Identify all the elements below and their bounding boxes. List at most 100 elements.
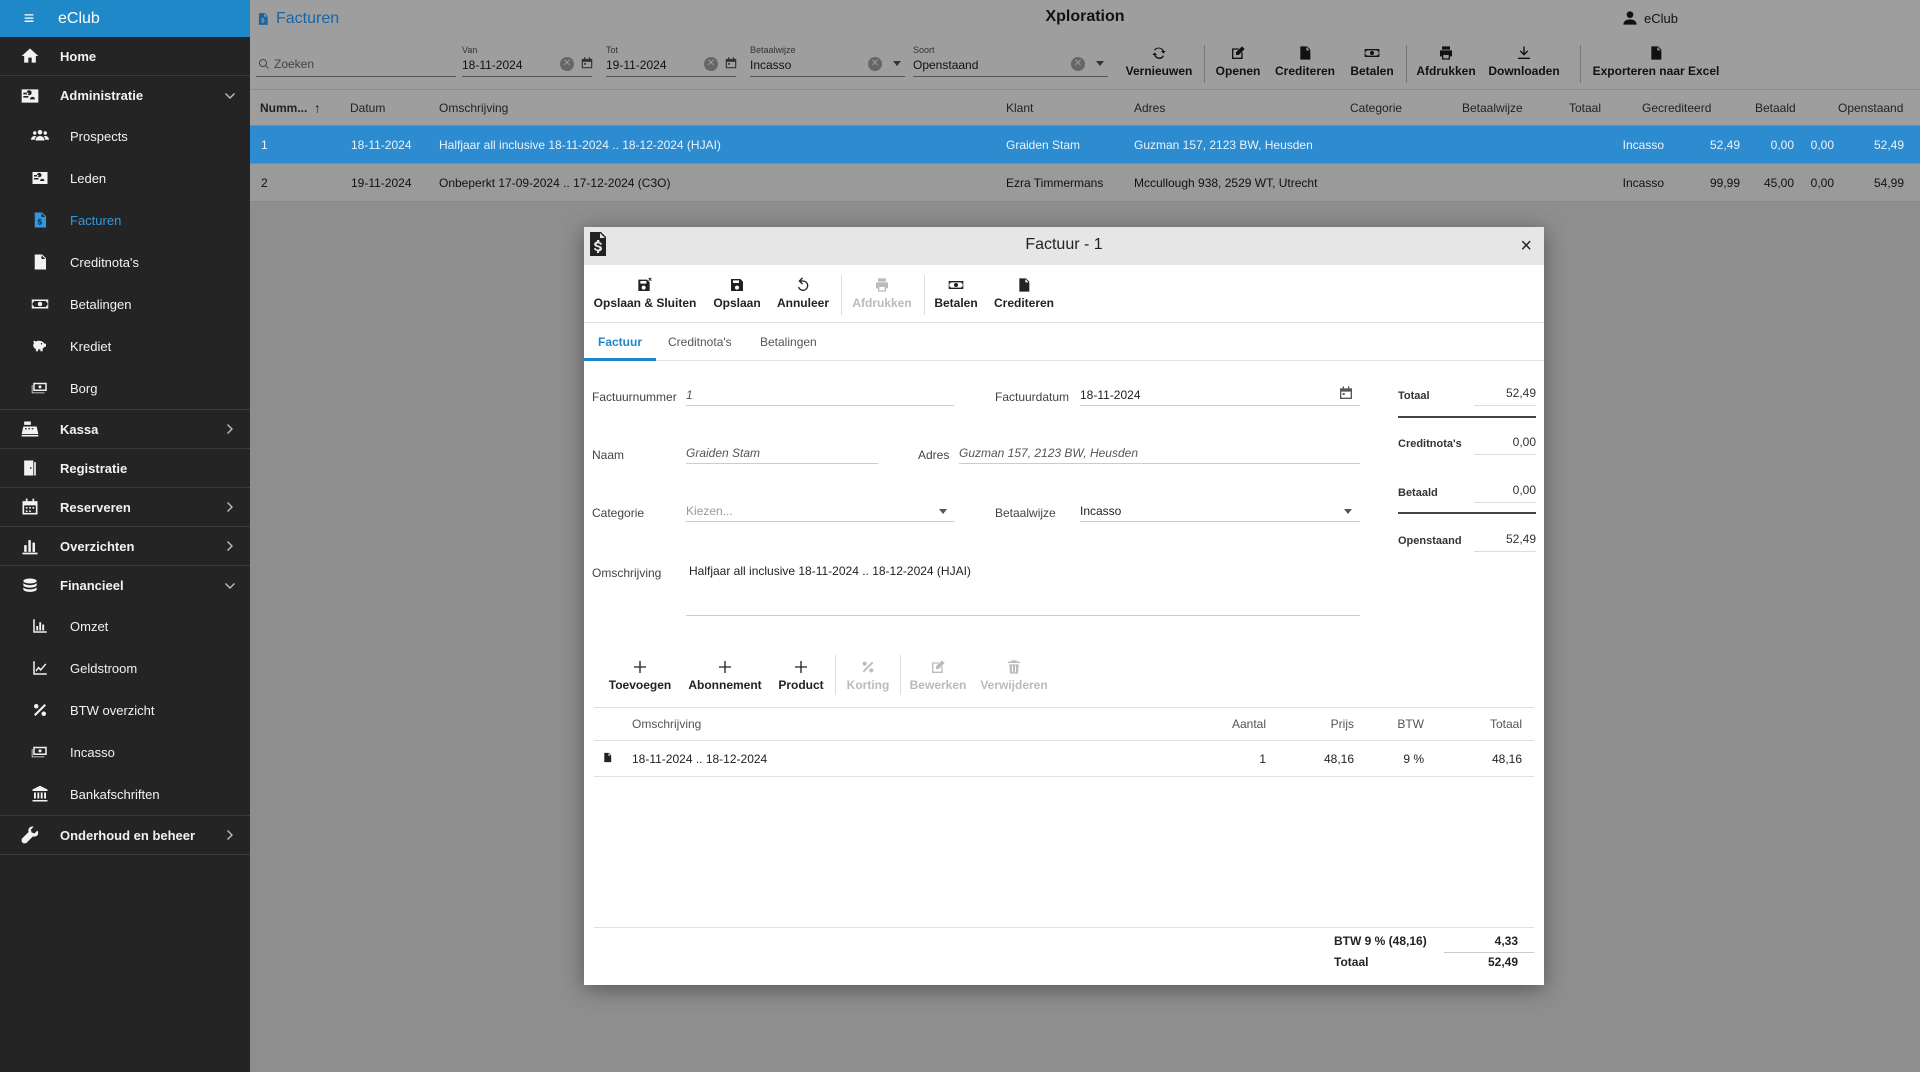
sidebar-item-prospects[interactable]: Prospects xyxy=(0,115,250,157)
column-header-categorie[interactable]: Categorie xyxy=(1350,101,1402,115)
sidebar-item-financieel[interactable]: Financieel xyxy=(0,566,250,605)
chevron-down-icon[interactable] xyxy=(1096,61,1104,66)
column-header-gecrediteerd[interactable]: Gecrediteerd xyxy=(1642,101,1711,115)
sidebar-item-registratie[interactable]: Registratie xyxy=(0,449,250,488)
sidebar-item-krediet[interactable]: Krediet xyxy=(0,325,250,367)
sidebar-item-overzichten[interactable]: Overzichten xyxy=(0,527,250,566)
clear-icon[interactable]: ✕ xyxy=(704,57,718,71)
search-input[interactable]: Zoeken xyxy=(256,45,456,77)
sidebar-item-betalingen[interactable]: Betalingen xyxy=(0,283,250,325)
tab-factuur[interactable]: Factuur xyxy=(598,335,642,349)
cancel-label: Annuleer xyxy=(776,296,829,310)
cell-btw: 9 % xyxy=(1403,751,1424,766)
sidebar-item-borg[interactable]: Borg xyxy=(0,367,250,409)
column-header-datum[interactable]: Datum xyxy=(350,101,385,115)
chevron-down-icon[interactable] xyxy=(1344,509,1352,514)
cell-openstaand: 54,99 xyxy=(1873,175,1904,190)
save-close-button[interactable]: Opslaan & Sluiten xyxy=(589,277,701,310)
sidebar-item-omzet[interactable]: Omzet xyxy=(0,605,250,647)
tab-creditnotas[interactable]: Creditnota's xyxy=(668,335,732,349)
sidebar-item-creditnotas[interactable]: Creditnota's xyxy=(0,241,250,283)
categorie-select[interactable]: Kiezen... xyxy=(686,500,954,522)
sidebar-item-geldstroom[interactable]: Geldstroom xyxy=(0,647,250,689)
cancel-button[interactable]: Annuleer xyxy=(774,277,832,310)
column-header-prijs: Prijs xyxy=(1330,717,1354,731)
korting-button[interactable]: Korting xyxy=(842,659,894,692)
vernieuwen-button[interactable]: Vernieuwen xyxy=(1122,45,1196,78)
crediteren-button[interactable]: Crediteren xyxy=(1270,45,1340,78)
product-button[interactable]: Product xyxy=(774,659,828,692)
sidebar-item-btw-overzicht[interactable]: BTW overzicht xyxy=(0,689,250,731)
clear-icon[interactable]: ✕ xyxy=(560,57,574,71)
close-icon[interactable]: × xyxy=(1520,235,1532,258)
afdrukken-button[interactable]: Afdrukken xyxy=(1412,45,1480,78)
clear-icon[interactable]: ✕ xyxy=(1071,57,1085,71)
cell-omschrijving: Halfjaar all inclusive 18-11-2024 .. 18-… xyxy=(439,137,721,152)
betalen-button[interactable]: Betalen xyxy=(1344,45,1400,78)
adres-field[interactable]: Guzman 157, 2123 BW, Heusden xyxy=(959,442,1360,464)
afdrukken-label: Afdrukken xyxy=(1416,64,1476,78)
omschrijving-textarea[interactable]: Halfjaar all inclusive 18-11-2024 .. 18-… xyxy=(686,560,1360,616)
sidebar-item-facturen[interactable]: Facturen xyxy=(0,199,250,241)
column-header-klant[interactable]: Klant xyxy=(1006,101,1033,115)
column-header-totaal[interactable]: Totaal xyxy=(1569,101,1601,115)
table-row[interactable]: 2 19-11-2024 Onbeperkt 17-09-2024 .. 17-… xyxy=(250,164,1920,202)
percent-icon xyxy=(862,661,874,673)
cell-datum: 19-11-2024 xyxy=(351,175,412,190)
betaalwijze-select[interactable]: Betaalwijze Incasso ✕ xyxy=(750,45,905,77)
van-date-field[interactable]: Van 18-11-2024 ✕ xyxy=(462,45,594,77)
search-placeholder: Zoeken xyxy=(274,57,315,71)
column-header-nummer[interactable]: Numm... xyxy=(260,101,307,115)
openen-button[interactable]: Openen xyxy=(1210,45,1266,78)
chevron-down-icon[interactable] xyxy=(939,509,947,514)
toevoegen-button[interactable]: Toevoegen xyxy=(604,659,676,692)
column-header-betaald[interactable]: Betaald xyxy=(1755,101,1796,115)
calendar-icon[interactable] xyxy=(580,56,594,75)
downloaden-button[interactable]: Downloaden xyxy=(1484,45,1564,78)
naam-field[interactable]: Graiden Stam xyxy=(686,442,878,464)
cell-klant: Graiden Stam xyxy=(1006,137,1081,152)
factuurnummer-label: Factuurnummer xyxy=(592,390,677,404)
sidebar-item-home[interactable]: Home xyxy=(0,37,250,76)
bewerken-button[interactable]: Bewerken xyxy=(906,659,970,692)
chevron-right-icon xyxy=(224,540,236,552)
sidebar-item-onderhoud-en-beheer[interactable]: Onderhoud en beheer xyxy=(0,816,250,855)
sidebar-item-reserveren[interactable]: Reserveren xyxy=(0,488,250,527)
pay-button[interactable]: Betalen xyxy=(930,277,982,310)
calendar-icon[interactable] xyxy=(1338,385,1354,406)
chevron-down-icon[interactable] xyxy=(893,61,901,66)
abonnement-button[interactable]: Abonnement xyxy=(684,659,766,692)
table-row[interactable]: 1 18-11-2024 Halfjaar all inclusive 18-1… xyxy=(250,126,1920,164)
sidebar-item-leden[interactable]: Leden xyxy=(0,157,250,199)
calendar-icon xyxy=(0,497,60,517)
exporteren-excel-button[interactable]: Exporteren naar Excel xyxy=(1586,45,1726,78)
summary-creditnotas-value: 0,00 xyxy=(1474,435,1536,455)
tab-betalingen[interactable]: Betalingen xyxy=(760,335,817,349)
sidebar-item-bankafschriften[interactable]: Bankafschriften xyxy=(0,773,250,815)
user-menu[interactable]: eClub xyxy=(1622,10,1678,26)
print-button[interactable]: Afdrukken xyxy=(847,277,917,310)
sidebar-item-kassa[interactable]: Kassa xyxy=(0,410,250,449)
factuurnummer-field[interactable]: 1 xyxy=(686,384,954,406)
calendar-icon[interactable] xyxy=(724,56,738,75)
column-header-betaalwijze[interactable]: Betaalwijze xyxy=(1462,101,1523,115)
save-button[interactable]: Opslaan xyxy=(711,277,763,310)
soort-select[interactable]: Soort Openstaand ✕ xyxy=(913,45,1108,77)
sort-ascending-icon[interactable]: ↑ xyxy=(314,100,321,115)
betaalwijze-select[interactable]: Incasso xyxy=(1080,500,1360,522)
column-header-adres[interactable]: Adres xyxy=(1134,101,1165,115)
verwijderen-button[interactable]: Verwijderen xyxy=(976,659,1052,692)
sidebar-item-administratie[interactable]: Administratie xyxy=(0,76,250,115)
sidebar-item-incasso[interactable]: Incasso xyxy=(0,731,250,773)
column-header-openstaand[interactable]: Openstaand xyxy=(1838,101,1903,115)
betaalwijze-label: Betaalwijze xyxy=(750,45,796,55)
column-header-omschrijving[interactable]: Omschrijving xyxy=(439,101,508,115)
cell-nummer: 1 xyxy=(261,137,268,152)
tot-date-field[interactable]: Tot 19-11-2024 ✕ xyxy=(606,45,738,77)
clear-icon[interactable]: ✕ xyxy=(868,57,882,71)
table-row[interactable]: 18-11-2024 .. 18-12-2024 1 48,16 9 % 48,… xyxy=(594,741,1534,777)
credit-button[interactable]: Crediteren xyxy=(989,277,1059,310)
factuurdatum-field[interactable]: 18-11-2024 xyxy=(1080,384,1360,406)
home-icon xyxy=(0,46,60,66)
hamburger-menu-icon[interactable]: ≡ xyxy=(0,8,58,29)
